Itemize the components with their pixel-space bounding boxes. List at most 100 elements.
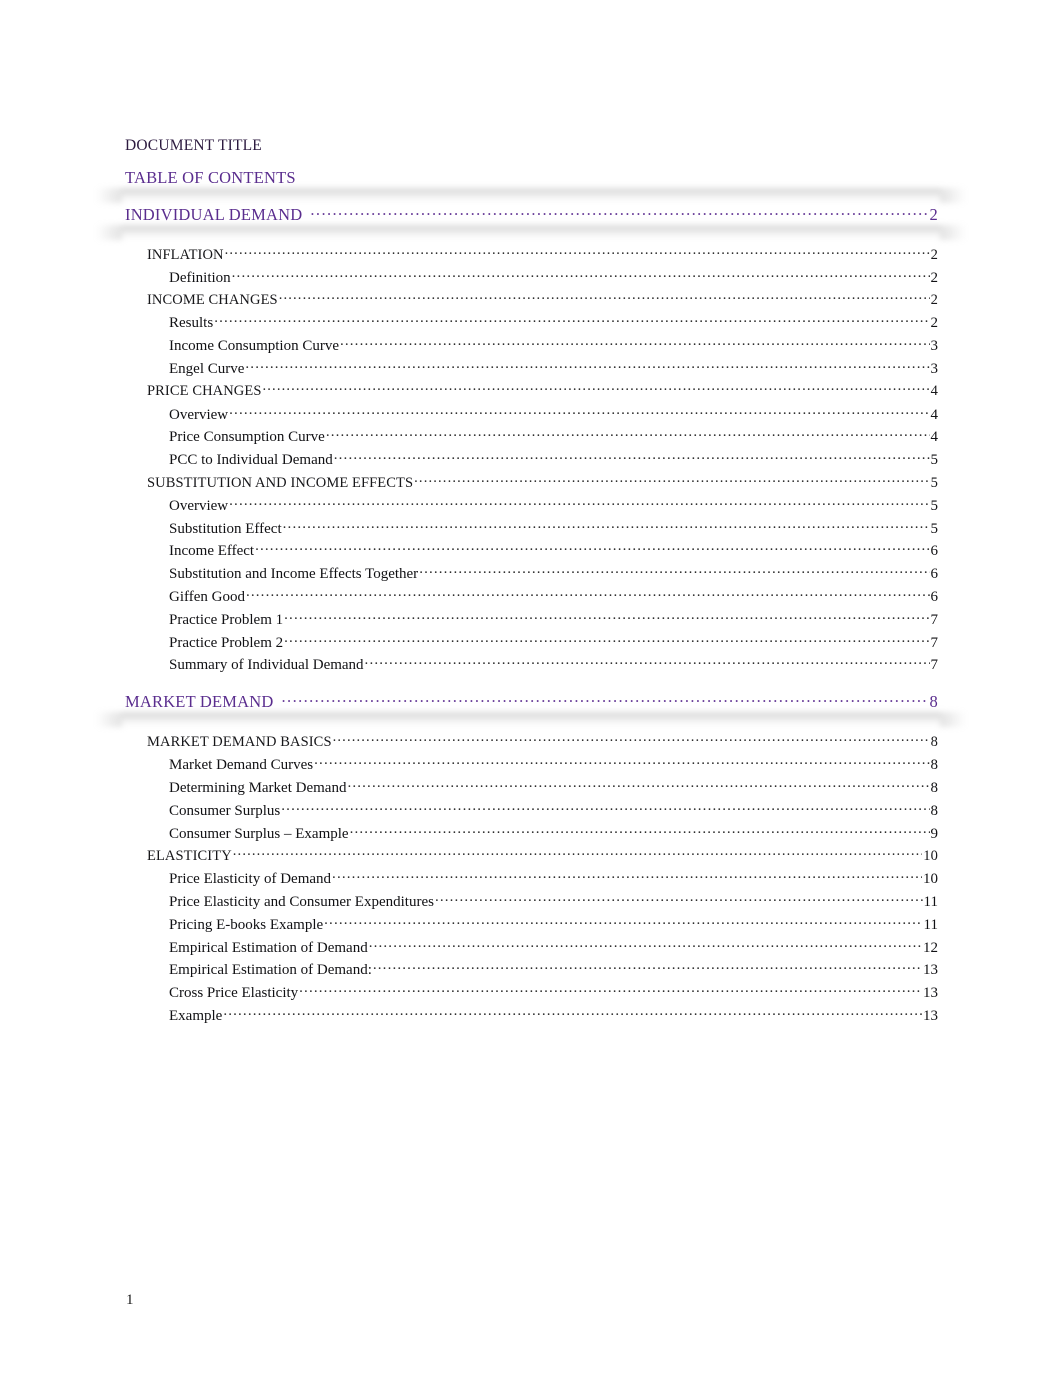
section-shadow-band (96, 225, 966, 240)
toc-dot-leader (373, 959, 922, 974)
toc-entry-label: Consumer Surplus – Example (169, 825, 349, 842)
toc-entry-level-2[interactable]: PRICE CHANGES 4 (147, 381, 938, 401)
toc-dot-leader (414, 472, 930, 487)
toc-dot-leader (334, 449, 930, 464)
toc-entry-label: Summary of Individual Demand (169, 657, 364, 674)
toc-entry-page-number: 7 (930, 657, 939, 674)
toc-entry-level-3[interactable]: PCC to Individual Demand 5 (169, 449, 938, 469)
toc-entry-page-number: 7 (930, 634, 939, 651)
toc-entry-level-3[interactable]: Income Consumption Curve 3 (169, 335, 938, 355)
toc-dot-leader (314, 754, 929, 769)
toc-entry-level-3[interactable]: Substitution and Income Effects Together… (169, 563, 938, 583)
toc-dot-leader (281, 800, 929, 815)
toc-entry-level-3[interactable]: Practice Problem 1 7 (169, 609, 938, 629)
toc-dot-leader (347, 777, 929, 792)
toc-entry-label: PCC to Individual Demand (169, 452, 333, 469)
toc-entry-level-1[interactable]: MARKET DEMAND 8 (125, 690, 938, 712)
toc-entry-level-3[interactable]: Definition 2 (169, 267, 938, 287)
toc-dot-leader (284, 609, 929, 624)
toc-entry-page-number: 4 (930, 406, 939, 423)
toc-entry-page-number: 6 (930, 543, 939, 560)
toc-dot-leader (324, 914, 922, 929)
toc-dot-leader (419, 563, 929, 578)
toc-entry-level-3[interactable]: Consumer Surplus 8 (169, 800, 938, 820)
toc-dot-leader (299, 982, 922, 997)
toc-dot-leader (283, 518, 930, 533)
toc-dot-leader (279, 290, 930, 305)
toc-entry-level-2[interactable]: ELASTICITY 10 (147, 845, 938, 865)
toc-entry-label: Practice Problem 1 (169, 611, 284, 628)
page-number: 1 (126, 1292, 134, 1308)
toc-entry-level-3[interactable]: Practice Problem 2 7 (169, 632, 938, 652)
toc-entry-page-number: 10 (923, 847, 938, 864)
toc-entry-level-2[interactable]: SUBSTITUTION AND INCOME EFFECTS 5 (147, 472, 938, 492)
toc-entry-label: Empirical Estimation of Demand: (169, 962, 372, 979)
toc-entry-level-2[interactable]: INFLATION 2 (147, 244, 938, 264)
toc-entry-level-3[interactable]: Giffen Good 6 (169, 586, 938, 606)
toc-dot-leader (232, 267, 930, 282)
toc-entry-page-number: 13 (923, 985, 938, 1002)
toc-entry-label: ELASTICITY (147, 847, 232, 864)
toc-dot-leader (310, 203, 928, 220)
toc-entry-page-number: 6 (930, 566, 939, 583)
toc-dot-leader (369, 937, 922, 952)
toc-entry-level-2[interactable]: INCOME CHANGES 2 (147, 290, 938, 310)
toc-entry-label: Price Consumption Curve (169, 429, 325, 446)
toc-entry-label: Market Demand Curves (169, 757, 314, 774)
toc-entry-level-3[interactable]: Overview 5 (169, 495, 938, 515)
toc-entry-label: Price Elasticity of Demand (169, 871, 332, 888)
toc-entry-page-number: 2 (930, 269, 939, 286)
toc-entry-level-3[interactable]: Engel Curve 3 (169, 358, 938, 378)
toc-entry-level-3[interactable]: Price Elasticity of Demand 10 (169, 868, 938, 888)
toc-dot-leader (255, 540, 929, 555)
toc-dot-leader (326, 426, 930, 441)
toc-entry-level-1[interactable]: INDIVIDUAL DEMAND 2 (125, 203, 938, 225)
toc-entry-page-number: 12 (923, 939, 938, 956)
toc-entry-level-3[interactable]: Example 13 (169, 1005, 938, 1025)
toc-entry-page-number: 5 (930, 474, 938, 491)
toc-entry-page-number: 5 (930, 452, 939, 469)
toc-dot-leader (350, 823, 930, 838)
toc-entry-label: INCOME CHANGES (147, 292, 278, 309)
toc-entry-label: Consumer Surplus (169, 802, 281, 819)
toc-entry-level-3[interactable]: Empirical Estimation of Demand: 13 (169, 959, 938, 979)
toc-dot-leader (229, 404, 929, 419)
toc-entry-page-number: 4 (930, 429, 939, 446)
toc-entry-level-3[interactable]: Substitution Effect 5 (169, 518, 938, 538)
toc-entry-label: Price Elasticity and Consumer Expenditur… (169, 894, 434, 910)
toc-entry-level-3[interactable]: Income Effect 6 (169, 540, 938, 560)
toc-entry-label: Practice Problem 2 (169, 634, 284, 651)
toc-entry-label: MARKET DEMAND (125, 691, 274, 711)
toc-entry-page-number: 9 (930, 825, 939, 842)
toc-dot-leader (332, 868, 922, 883)
toc-entry-level-3[interactable]: Price Elasticity and Consumer Expenditur… (169, 891, 938, 911)
toc-entry-level-3[interactable]: Overview 4 (169, 404, 938, 424)
toc-dot-leader (245, 358, 929, 373)
toc-entry-level-2[interactable]: MARKET DEMAND BASICS 8 (147, 731, 938, 751)
toc-entry-page-number: 13 (923, 1008, 938, 1024)
toc-entry-level-3[interactable]: Consumer Surplus – Example 9 (169, 823, 938, 843)
toc-entry-level-3[interactable]: Price Consumption Curve 4 (169, 426, 938, 446)
toc-entry-label: INFLATION (147, 246, 224, 263)
toc-entry-page-number: 6 (930, 589, 939, 605)
toc-dot-leader (284, 632, 929, 647)
toc-dot-leader (282, 690, 929, 707)
toc-dot-leader (246, 586, 930, 601)
toc-entry-label: Definition (169, 269, 231, 286)
toc-entry-level-3[interactable]: Market Demand Curves 8 (169, 754, 938, 774)
toc-dot-leader (333, 731, 930, 746)
toc-dot-leader (225, 244, 930, 259)
toc-entry-level-3[interactable]: Pricing E-books Example 11 (169, 914, 938, 934)
toc-entry-page-number: 11 (923, 894, 938, 910)
toc-entry-page-number: 8 (929, 691, 938, 711)
toc-entry-level-3[interactable]: Summary of Individual Demand 7 (169, 654, 938, 674)
toc-entry-page-number: 8 (930, 733, 938, 750)
toc-entry-label: Cross Price Elasticity (169, 985, 299, 1002)
toc-entry-level-3[interactable]: Determining Market Demand 8 (169, 777, 938, 797)
toc-entry-level-3[interactable]: Results 2 (169, 312, 938, 332)
toc-entry-level-3[interactable]: Empirical Estimation of Demand 12 (169, 937, 938, 957)
section-shadow-band (96, 712, 966, 728)
toc-entry-level-3[interactable]: Cross Price Elasticity 13 (169, 982, 938, 1002)
toc-entry-label: SUBSTITUTION AND INCOME EFFECTS (147, 474, 414, 491)
toc-entry-page-number: 3 (930, 338, 939, 355)
